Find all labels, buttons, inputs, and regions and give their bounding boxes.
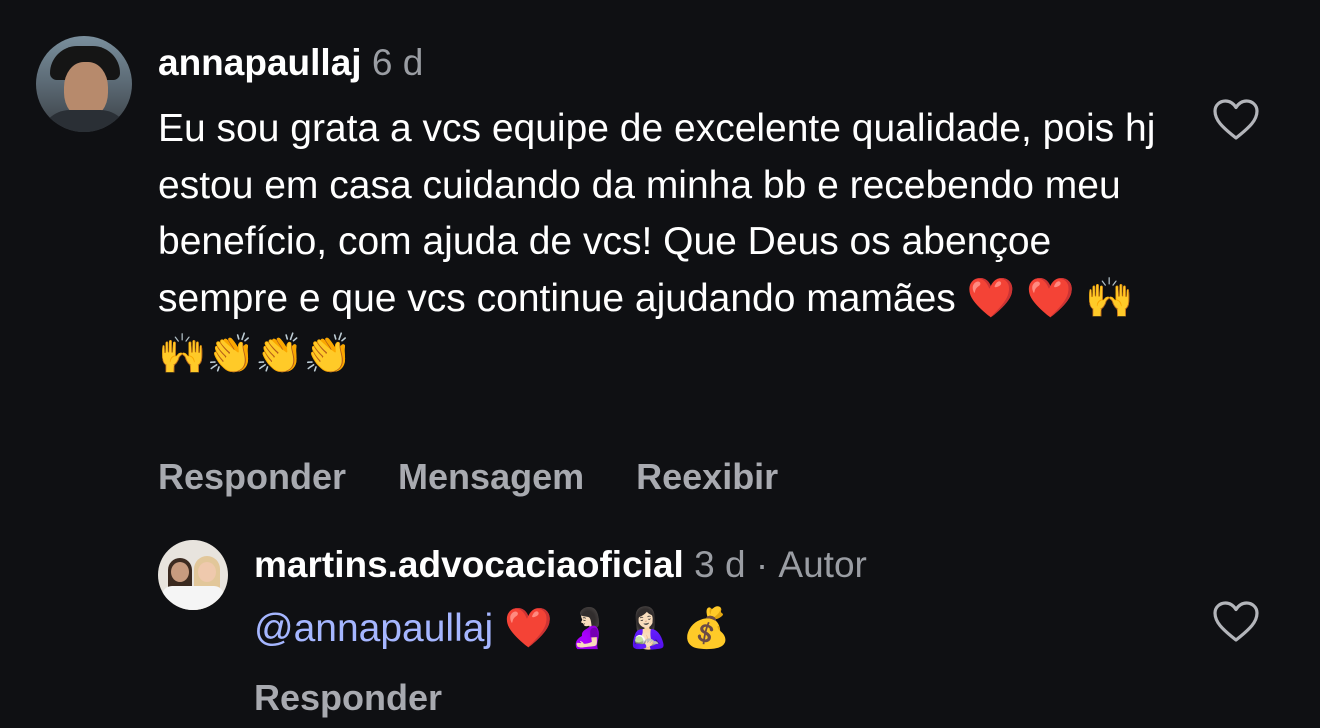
reply-to-reply-button[interactable]: Responder <box>254 677 442 719</box>
like-comment-button[interactable] <box>1212 98 1260 142</box>
author-badge: Autor <box>778 544 867 585</box>
reply-separator: · <box>755 544 769 585</box>
reply-text: @annapaullaj ❤️ 🤰🏻 🤱🏻 💰 <box>254 601 731 657</box>
unhide-button[interactable]: Reexibir <box>636 456 778 498</box>
heart-outline-icon <box>1213 601 1259 642</box>
reply-actions: Responder <box>254 677 442 719</box>
message-button[interactable]: Mensagem <box>398 456 584 498</box>
comment-time: 6 d <box>371 42 424 83</box>
heart-outline-icon <box>1213 99 1259 140</box>
avatar-martins-advocacia[interactable] <box>158 540 228 610</box>
reply-button[interactable]: Responder <box>158 456 346 498</box>
avatar-annapaullaj[interactable] <box>36 36 132 132</box>
comment-username[interactable]: annapaullaj <box>158 42 362 83</box>
reply-emojis: ❤️ 🤰🏻 🤱🏻 💰 <box>493 607 731 650</box>
like-reply-button[interactable] <box>1212 600 1260 644</box>
comment-actions: Responder Mensagem Reexibir <box>158 456 778 498</box>
comment-header: annapaullaj 6 d <box>158 40 423 86</box>
reply-header: martins.advocaciaoficial 3 d · Autor <box>254 542 867 588</box>
reply-username[interactable]: martins.advocaciaoficial <box>254 544 684 585</box>
reply-time: 3 d <box>694 544 746 585</box>
mention-link[interactable]: @annapaullaj <box>254 607 493 650</box>
comment-text: Eu sou grata a vcs equipe de excelente q… <box>158 107 1156 376</box>
